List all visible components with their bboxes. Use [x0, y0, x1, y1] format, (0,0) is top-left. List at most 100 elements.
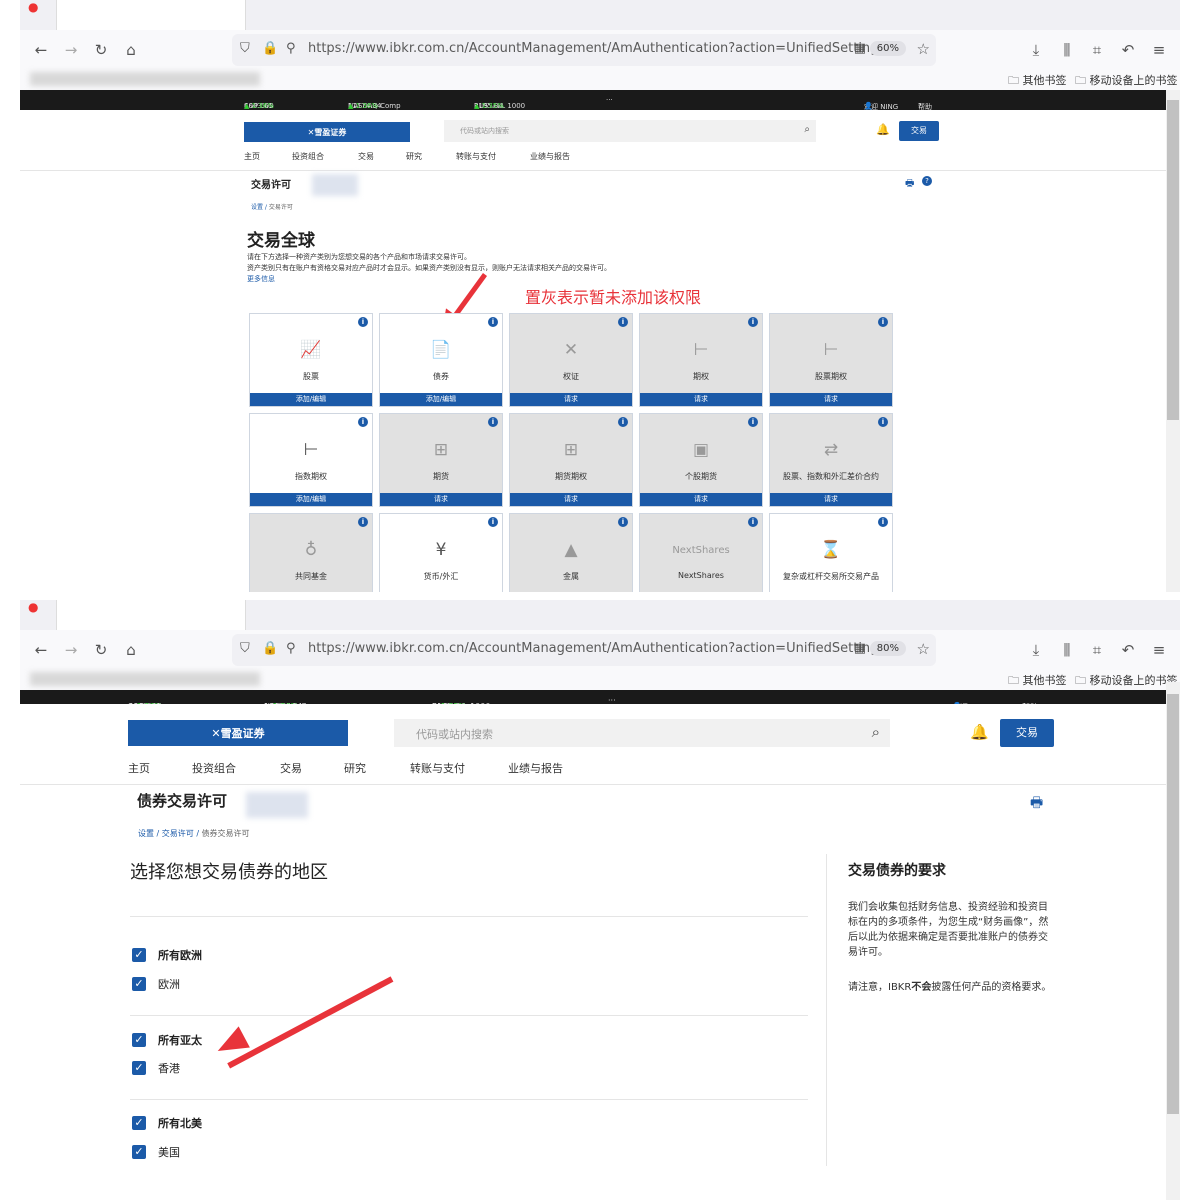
more-info-link[interactable]: 更多信息 [247, 274, 275, 284]
asset-tile[interactable]: i ✕ 权证 请求 [509, 313, 633, 407]
checkbox-all-europe[interactable]: ✓ [132, 948, 146, 962]
asset-action-button[interactable]: 添加/编辑 [250, 393, 372, 406]
asset-tile[interactable]: i ⊢ 指数期权 添加/编辑 [249, 413, 373, 507]
breadcrumb-settings[interactable]: 设置 [138, 829, 154, 838]
screenshot-icon[interactable]: ⌗ [1086, 39, 1108, 61]
menu-research[interactable]: 研究 [406, 151, 422, 162]
info-icon[interactable]: i [358, 417, 368, 427]
download-icon[interactable]: ⤓ [1025, 39, 1047, 61]
checkbox-europe[interactable]: ✓ [132, 977, 146, 991]
bookmark-star-icon[interactable]: ☆ [917, 640, 930, 658]
home-icon[interactable]: ⌂ [120, 639, 142, 661]
menu-reports[interactable]: 业绩与报告 [530, 151, 570, 162]
asset-action-button[interactable]: 请求 [770, 493, 892, 506]
scrollbar[interactable] [1166, 682, 1180, 1200]
print-icon[interactable]: 🖶 [1030, 792, 1043, 816]
menu-trade[interactable]: 交易 [280, 760, 302, 776]
menu-icon[interactable]: ≡ [1148, 39, 1170, 61]
asset-tile[interactable]: i 📄 债券 添加/编辑 [379, 313, 503, 407]
download-icon[interactable]: ⤓ [1025, 639, 1047, 661]
checkbox-hongkong[interactable]: ✓ [132, 1061, 146, 1075]
brand-logo[interactable]: ✕ 雪盈证券 [128, 720, 348, 746]
asset-tile[interactable]: i ▲ 金属 [509, 513, 633, 592]
url-bar[interactable]: ⛉ 🔒 ⚲ https://www.ibkr.com.cn/AccountMan… [232, 634, 936, 666]
search-input[interactable]: 代码或站内搜索 [416, 726, 493, 742]
info-icon[interactable]: i [358, 317, 368, 327]
search-box[interactable]: 代码或站内搜索 ⌕ [394, 719, 890, 747]
scrollbar[interactable] [1166, 90, 1180, 592]
reload-icon[interactable]: ↻ [90, 39, 112, 61]
breadcrumb-settings[interactable]: 设置 [251, 204, 263, 211]
checkbox-all-north-america[interactable]: ✓ [132, 1116, 146, 1130]
search-box[interactable]: 代码或站内搜索 ⌕ [444, 120, 816, 142]
asset-action-button[interactable]: 请求 [380, 493, 502, 506]
menu-home[interactable]: 主页 [128, 760, 150, 776]
menu-transfer[interactable]: 转账与支付 [410, 760, 465, 776]
bell-icon[interactable]: 🔔 [876, 123, 890, 136]
trade-button[interactable]: 交易 [899, 121, 939, 141]
bell-icon[interactable]: 🔔 [970, 723, 989, 741]
undo-icon[interactable]: ↶ [1117, 39, 1139, 61]
checkbox-usa[interactable]: ✓ [132, 1145, 146, 1159]
info-icon[interactable]: i [878, 417, 888, 427]
qr-icon[interactable]: ▦ [854, 41, 866, 56]
trade-button[interactable]: 交易 [1000, 719, 1054, 747]
info-icon[interactable]: i [748, 517, 758, 527]
asset-action-button[interactable]: 请求 [640, 393, 762, 406]
ticker-more[interactable]: ··· [606, 96, 613, 104]
back-icon[interactable]: ← [30, 39, 52, 61]
menu-home[interactable]: 主页 [244, 151, 260, 162]
search-input[interactable]: 代码或站内搜索 [460, 126, 509, 136]
reload-icon[interactable]: ↻ [90, 639, 112, 661]
breadcrumb-permissions[interactable]: 交易许可 [162, 829, 194, 838]
search-icon[interactable]: ⌕ [872, 723, 880, 741]
menu-portfolio[interactable]: 投资组合 [292, 151, 324, 162]
undo-icon[interactable]: ↶ [1117, 639, 1139, 661]
forward-icon[interactable]: → [60, 639, 82, 661]
asset-tile[interactable]: i ¥ 货币/外汇 [379, 513, 503, 592]
home-icon[interactable]: ⌂ [120, 39, 142, 61]
asset-action-button[interactable]: 请求 [770, 393, 892, 406]
zoom-level[interactable]: 80% [869, 641, 906, 656]
menu-reports[interactable]: 业绩与报告 [508, 760, 563, 776]
menu-trade[interactable]: 交易 [358, 151, 374, 162]
asset-tile[interactable]: i ⌛ 复杂或杠杆交易所交易产品 [769, 513, 893, 592]
bookmark-mobile[interactable]: 🗀 移动设备上的书签 [1075, 72, 1178, 91]
info-icon[interactable]: i [488, 417, 498, 427]
browser-tab[interactable] [56, 600, 246, 630]
bookmark-star-icon[interactable]: ☆ [917, 40, 930, 58]
library-icon[interactable]: ⫼ [1056, 39, 1078, 61]
asset-tile[interactable]: i NextShares NextShares [639, 513, 763, 592]
asset-action-button[interactable]: 添加/编辑 [250, 493, 372, 506]
info-icon[interactable]: i [878, 517, 888, 527]
asset-tile[interactable]: i 📈 股票 添加/编辑 [249, 313, 373, 407]
scrollbar-thumb[interactable] [1167, 100, 1179, 420]
info-icon[interactable]: i [878, 317, 888, 327]
qr-icon[interactable]: ▦ [854, 641, 866, 656]
close-icon[interactable]: ● [28, 0, 38, 14]
asset-tile[interactable]: i ⊞ 期货 请求 [379, 413, 503, 507]
asset-action-button[interactable]: 请求 [510, 393, 632, 406]
menu-transfer[interactable]: 转账与支付 [456, 151, 496, 162]
forward-icon[interactable]: → [60, 39, 82, 61]
help-circle-icon[interactable]: ? [922, 176, 932, 186]
info-icon[interactable]: i [748, 417, 758, 427]
print-icon[interactable]: 🖶 [905, 176, 914, 193]
asset-tile[interactable]: i ⇄ 股票、指数和外汇差价合约 请求 [769, 413, 893, 507]
back-icon[interactable]: ← [30, 639, 52, 661]
bookmark-other[interactable]: 🗀 其他书签 [1008, 72, 1067, 91]
info-icon[interactable]: i [488, 517, 498, 527]
url-bar[interactable]: ⛉ 🔒 ⚲ https://www.ibkr.com.cn/AccountMan… [232, 34, 936, 66]
brand-logo[interactable]: ✕ 雪盈证券 [244, 122, 410, 142]
info-icon[interactable]: i [358, 517, 368, 527]
close-icon[interactable]: ● [28, 600, 38, 614]
url-text[interactable]: https://www.ibkr.com.cn/AccountManagemen… [308, 41, 885, 56]
info-icon[interactable]: i [748, 317, 758, 327]
menu-portfolio[interactable]: 投资组合 [192, 760, 236, 776]
asset-action-button[interactable]: 请求 [640, 493, 762, 506]
menu-research[interactable]: 研究 [344, 760, 366, 776]
search-icon[interactable]: ⌕ [804, 124, 810, 135]
asset-tile[interactable]: i ▣ 个股期货 请求 [639, 413, 763, 507]
url-text[interactable]: https://www.ibkr.com.cn/AccountManagemen… [308, 641, 885, 656]
info-icon[interactable]: i [618, 417, 628, 427]
